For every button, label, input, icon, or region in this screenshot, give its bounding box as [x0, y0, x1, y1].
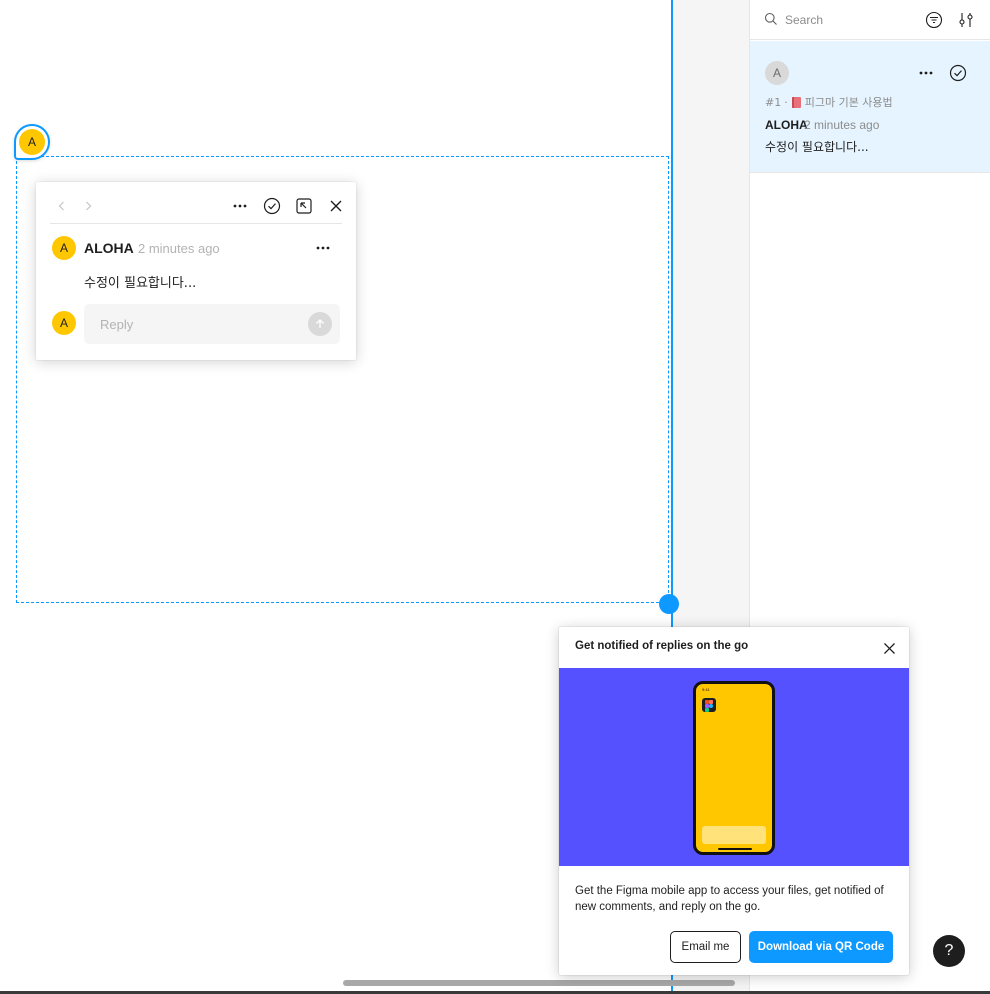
comment-pin[interactable]: A	[14, 124, 50, 160]
reply-input[interactable]: Reply	[84, 304, 340, 344]
book-icon	[791, 96, 801, 108]
help-button[interactable]: ?	[933, 935, 965, 967]
comment-location: #1 · 피그마 기본 사용법	[765, 94, 893, 110]
email-me-button[interactable]: Email me	[670, 931, 741, 963]
reply-placeholder: Reply	[100, 317, 134, 332]
promo-description: Get the Figma mobile app to access your …	[575, 885, 884, 913]
comments-search-bar[interactable]: Search	[750, 0, 990, 40]
arrow-up-icon[interactable]	[308, 312, 332, 336]
phone-input-bar	[702, 826, 766, 844]
check-circle-icon[interactable]	[948, 63, 968, 83]
chevron-right-icon[interactable]	[76, 194, 100, 218]
pin-avatar: A	[19, 129, 45, 155]
phone-home-indicator	[718, 848, 752, 850]
thread-toolbar	[50, 190, 342, 224]
comment-time: 2 minutes ago	[804, 118, 880, 132]
mobile-app-promo: Get notified of replies on the go 9:41 G…	[559, 627, 909, 975]
comment-preview: 수정이 필요합니다...	[765, 140, 869, 154]
reply-avatar: A	[52, 311, 76, 335]
message-more-icon[interactable]	[312, 237, 334, 259]
search-icon	[764, 12, 778, 26]
comment-thread-popover: A ALOHA 2 minutes ago 수정이 필요합니다... A Rep…	[36, 182, 356, 360]
meta-separator: ·	[784, 95, 788, 109]
close-icon[interactable]	[324, 194, 348, 218]
more-horizontal-icon[interactable]	[916, 63, 936, 83]
adjust-icon[interactable]	[956, 10, 976, 30]
message-avatar: A	[52, 236, 76, 260]
phone-illustration: 9:41	[693, 681, 775, 855]
promo-title: Get notified of replies on the go	[575, 640, 749, 652]
search-placeholder: Search	[785, 13, 824, 27]
close-icon[interactable]	[879, 638, 899, 658]
message-time: 2 minutes ago	[138, 241, 220, 256]
comment-author: ALOHA	[765, 118, 808, 132]
download-qr-button[interactable]: Download via QR Code	[749, 931, 893, 963]
promo-illustration: 9:41	[559, 668, 909, 866]
page-name: 피그마 기본 사용법	[804, 96, 893, 109]
check-circle-icon[interactable]	[260, 194, 284, 218]
phone-time: 9:41	[702, 687, 710, 692]
chevron-left-icon[interactable]	[50, 194, 74, 218]
message-author: ALOHA	[84, 240, 134, 256]
comment-list-item[interactable]: A #1 · 피그마 기본 사용법 ALOHA 2 minutes ago 수정…	[750, 41, 990, 173]
figma-app-icon	[702, 698, 716, 712]
comment-number: #1	[765, 95, 782, 109]
selection-handle[interactable]	[659, 594, 679, 614]
message-body: 수정이 필요합니다...	[84, 276, 197, 291]
open-in-panel-icon[interactable]	[292, 194, 316, 218]
horizontal-scrollbar[interactable]	[343, 980, 735, 986]
comment-avatar: A	[765, 61, 789, 85]
more-horizontal-icon[interactable]	[228, 194, 252, 218]
filter-icon[interactable]	[924, 10, 944, 30]
